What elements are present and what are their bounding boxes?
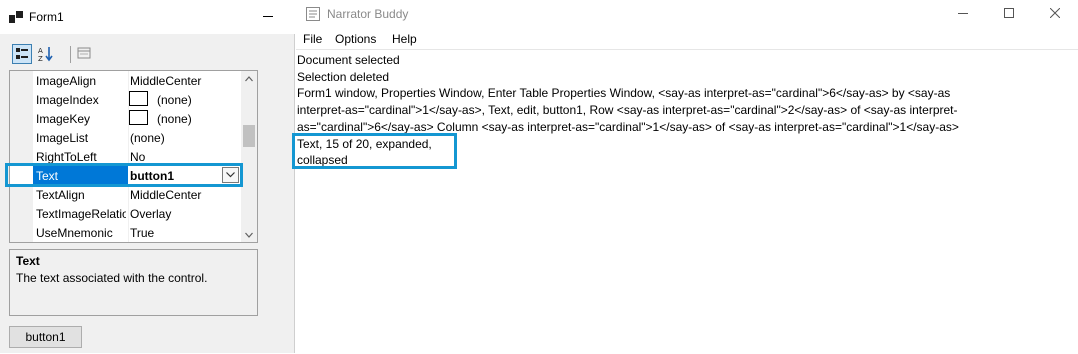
chevron-down-icon[interactable]: [245, 232, 253, 238]
property-name: ImageList: [36, 131, 89, 145]
property-name: TextImageRelation: [36, 207, 126, 221]
chevron-down-icon: [226, 172, 235, 178]
form1-titlebar: Form1: [0, 0, 295, 34]
log-line: Form1 window, Properties Window, Enter T…: [297, 86, 951, 100]
toolbar-separator: [70, 46, 71, 63]
form1-window: Form1 A Z ImageAlign MiddleCenter ImageI…: [0, 0, 295, 353]
log-line: as="cardinal">6</say-as> Column <say-as …: [297, 120, 959, 134]
log-line: Selection deleted: [297, 70, 390, 84]
property-row-textalign[interactable]: TextAlign MiddleCenter: [10, 185, 241, 204]
property-value[interactable]: MiddleCenter: [130, 188, 201, 202]
property-value[interactable]: True: [130, 226, 154, 240]
log-line: Text, 15 of 20, expanded,: [297, 137, 432, 151]
description-text: The text associated with the control.: [16, 271, 208, 285]
property-value[interactable]: (none): [157, 112, 192, 126]
property-row-imagealign[interactable]: ImageAlign MiddleCenter: [10, 71, 241, 90]
scrollbar-thumb[interactable]: [243, 125, 255, 147]
close-icon: [1050, 8, 1060, 18]
image-preview-swatch: [129, 110, 148, 125]
form1-title: Form1: [29, 10, 64, 24]
property-name: Text: [36, 169, 59, 183]
property-row-text[interactable]: Text button1: [10, 166, 241, 185]
image-preview-swatch: [129, 91, 148, 106]
property-row-righttoleft[interactable]: RightToLeft No: [10, 147, 241, 166]
property-row-textimagerelation[interactable]: TextImageRelation Overlay: [10, 204, 241, 223]
svg-text:A: A: [38, 47, 43, 55]
property-grid: ImageAlign MiddleCenter ImageIndex (none…: [9, 70, 258, 243]
maximize-icon: [1004, 8, 1014, 18]
maximize-button[interactable]: [986, 0, 1032, 28]
alphabetical-icon[interactable]: A Z: [36, 44, 56, 64]
property-value[interactable]: (none): [130, 131, 165, 145]
close-button[interactable]: [1032, 0, 1078, 28]
narrator-title: Narrator Buddy: [327, 7, 409, 21]
property-value[interactable]: MiddleCenter: [130, 74, 201, 88]
minimize-icon: [958, 13, 968, 14]
form-app-icon: [9, 11, 23, 23]
svg-text:Z: Z: [38, 55, 43, 63]
menu-file[interactable]: File: [303, 32, 322, 46]
narrator-buddy-window: Narrator Buddy File Options Help Documen…: [292, 0, 1078, 354]
property-row-imageindex[interactable]: ImageIndex (none): [10, 90, 241, 109]
property-name: ImageKey: [36, 112, 91, 126]
property-name: TextAlign: [36, 188, 85, 202]
menu-help[interactable]: Help: [392, 32, 417, 46]
property-row-usemnemonic[interactable]: UseMnemonic True: [10, 223, 241, 242]
categorized-icon[interactable]: [12, 44, 32, 64]
button1[interactable]: button1: [9, 326, 82, 348]
text-value-field[interactable]: button1: [130, 169, 174, 183]
description-title: Text: [16, 254, 40, 268]
log-line: interpret-as="cardinal">1</say-as>, Text…: [297, 103, 958, 117]
property-value[interactable]: (none): [157, 93, 192, 107]
property-row-imagelist[interactable]: ImageList (none): [10, 128, 241, 147]
property-name: ImageAlign: [36, 74, 97, 88]
narrator-log[interactable]: Document selected Selection deleted Form…: [292, 49, 1078, 354]
dropdown-button[interactable]: [222, 167, 239, 183]
property-grid-toolbar: A Z: [10, 44, 250, 66]
log-line: Document selected: [297, 53, 400, 67]
property-name: RightToLeft: [36, 150, 97, 164]
minimize-button[interactable]: [940, 0, 986, 28]
menu-bar: File Options Help: [296, 29, 1078, 49]
property-name: UseMnemonic: [36, 226, 113, 240]
log-line: collapsed: [297, 153, 348, 167]
property-value[interactable]: Overlay: [130, 207, 171, 221]
menu-options[interactable]: Options: [335, 32, 376, 46]
property-grid-scrollbar[interactable]: [241, 71, 257, 242]
narrator-app-icon: [306, 7, 320, 21]
property-value[interactable]: No: [130, 150, 145, 164]
description-pane: Text The text associated with the contro…: [9, 249, 258, 316]
minimize-button[interactable]: [254, 4, 282, 28]
property-row-imagekey[interactable]: ImageKey (none): [10, 109, 241, 128]
property-name: ImageIndex: [36, 93, 99, 107]
chevron-up-icon[interactable]: [245, 76, 253, 82]
property-pages-icon[interactable]: [75, 44, 95, 64]
